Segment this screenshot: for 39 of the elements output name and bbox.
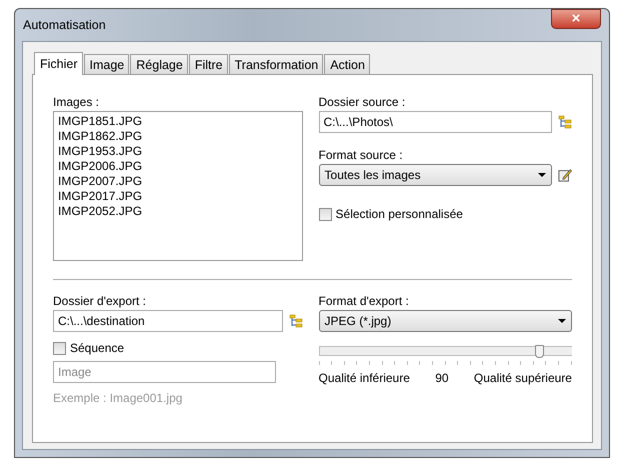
folder-tree-icon[interactable] (288, 314, 303, 328)
window-title: Automatisation (23, 18, 106, 32)
input-field[interactable]: C:\...\Photos\ (318, 111, 552, 133)
field-label: Images : (53, 95, 100, 109)
tab[interactable]: Action (324, 54, 370, 74)
format-dropdown[interactable]: JPEG (*.jpg) (318, 310, 572, 332)
tab[interactable]: Image (84, 54, 130, 74)
quality-slider[interactable] (318, 346, 572, 356)
tab[interactable]: Filtre (188, 54, 228, 74)
field-label: Dossier source : (318, 95, 406, 109)
checkbox-label: Séquence (70, 341, 124, 355)
checkbox[interactable] (318, 208, 332, 220)
caret-icon (558, 319, 566, 323)
list-item[interactable]: IMGP2052.JPG (58, 204, 298, 219)
caret-icon (538, 173, 546, 177)
slider-thumb[interactable] (535, 345, 544, 358)
example-text: Exemple : Image001.jpg (53, 391, 184, 405)
list-item[interactable]: IMGP2017.JPG (58, 189, 298, 204)
edit-icon[interactable] (558, 168, 572, 182)
format-dropdown[interactable]: Toutes les images (318, 164, 552, 186)
min-label: Qualité inférieure (318, 371, 410, 385)
max-label: Qualité supérieure (474, 371, 572, 385)
tab[interactable]: Fichier (34, 52, 83, 75)
field-label: Format d'export : (318, 294, 410, 308)
list-item[interactable]: IMGP1862.JPG (58, 129, 298, 144)
image-list[interactable]: IMGP1851.JPG IMGP1862.JPG IMGP1953.JPG IMGP2006.JPG IMGP2007.JPG IMGP2017.JPG IMGP2052.JPG (53, 111, 303, 261)
field-label: Format source : (318, 148, 404, 162)
checkbox-label: Sélection personnalisée (336, 207, 463, 221)
field-label: Dossier d'export : (53, 294, 147, 308)
list-item[interactable]: IMGP2006.JPG (58, 159, 298, 174)
input-field[interactable]: C:\...\destination (53, 310, 283, 332)
list-item[interactable]: IMGP1953.JPG (58, 144, 298, 159)
tab[interactable]: Réglage (130, 54, 188, 74)
folder-tree-icon[interactable] (558, 115, 572, 129)
checkbox[interactable] (53, 342, 66, 354)
quality-value: 90 (435, 371, 449, 385)
list-item[interactable]: IMGP1851.JPG (58, 114, 298, 129)
tab[interactable]: Transformation (228, 54, 324, 74)
list-item[interactable]: IMGP2007.JPG (58, 174, 298, 189)
